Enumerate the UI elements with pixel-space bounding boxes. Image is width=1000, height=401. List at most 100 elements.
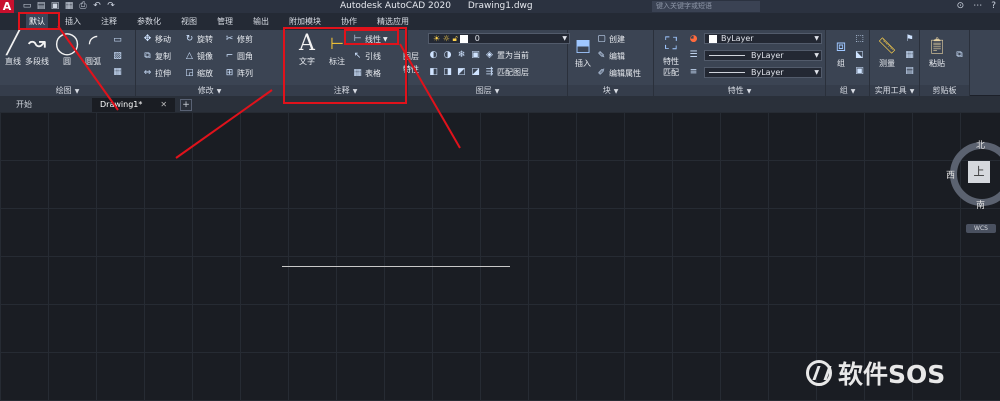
- tab-view[interactable]: 视图: [178, 14, 200, 29]
- search-input[interactable]: 键入关键字或短语: [652, 1, 760, 12]
- tab-annotate[interactable]: 注释: [98, 14, 120, 29]
- undo-icon[interactable]: ↶: [92, 1, 102, 11]
- sign-in-icon[interactable]: ⊙: [957, 0, 965, 13]
- copy-clip-icon[interactable]: ⧉: [954, 50, 965, 61]
- new-icon[interactable]: ▭: [22, 1, 32, 11]
- layer-lock-icon[interactable]: ▣: [470, 50, 481, 61]
- tab-insert[interactable]: 插入: [62, 14, 84, 29]
- block-panel-footer[interactable]: 块 ▼: [568, 85, 653, 96]
- arc-button[interactable]: ◜ 圆弧: [80, 32, 106, 67]
- create-block-button[interactable]: ▢ 创建: [596, 34, 625, 45]
- wcs-menu[interactable]: WCS: [966, 224, 996, 233]
- color-wheel-icon[interactable]: ◕: [688, 34, 699, 45]
- line-button[interactable]: ╱ 直线: [0, 32, 26, 67]
- paste-button[interactable]: 📋︎ 粘贴: [924, 34, 950, 69]
- groups-panel-footer[interactable]: 组 ▼: [826, 85, 869, 96]
- calculator-icon[interactable]: ▤: [904, 66, 915, 77]
- plot-icon[interactable]: ⎙: [78, 1, 88, 11]
- measure-button[interactable]: 📏︎ 测量: [874, 34, 900, 69]
- rectangle-icon[interactable]: ▭: [112, 35, 123, 46]
- save-as-icon[interactable]: ▦: [64, 1, 74, 11]
- close-icon[interactable]: ✕: [160, 100, 167, 109]
- dropdown-arrow-icon: ▼: [494, 88, 500, 95]
- compass-west[interactable]: 西: [946, 168, 955, 181]
- tab-manage[interactable]: 管理: [214, 14, 236, 29]
- group-label: 组: [837, 59, 845, 68]
- tab-start[interactable]: 开始: [8, 98, 40, 112]
- save-icon[interactable]: ▣: [50, 1, 60, 11]
- drawn-line-entity[interactable]: [282, 266, 510, 267]
- layer-on-icon[interactable]: ◧: [428, 67, 439, 78]
- autocad-logo[interactable]: A: [0, 0, 14, 13]
- ungroup-icon[interactable]: ⬚: [854, 34, 865, 45]
- edit-block-icon: ✎: [597, 51, 606, 61]
- layer-unisolate-icon[interactable]: ◨: [442, 67, 453, 78]
- more-icon[interactable]: ⋯: [973, 0, 982, 13]
- trim-button[interactable]: ✂ 修剪: [224, 34, 253, 45]
- move-button[interactable]: ✥ 移动: [142, 34, 171, 45]
- layer-isolate-icon[interactable]: ◑: [442, 50, 453, 61]
- match-layer-button[interactable]: ⇶ 匹配图层: [484, 67, 529, 78]
- redo-icon[interactable]: ↷: [106, 1, 116, 11]
- stretch-button[interactable]: ⇔ 拉伸: [142, 68, 171, 79]
- edit-block-button[interactable]: ✎ 编辑: [596, 51, 625, 62]
- compass-south[interactable]: 南: [976, 198, 985, 211]
- color-dropdown[interactable]: ByLayer ▼: [704, 33, 822, 44]
- tab-parametric[interactable]: 参数化: [134, 14, 164, 29]
- layer-off-icon[interactable]: ◐: [428, 50, 439, 61]
- stretch-icon: ⇔: [143, 68, 152, 78]
- ribbon-tabs: 默认 插入 注释 参数化 视图 管理 输出 附加模块 协作 精选应用: [0, 13, 1000, 30]
- create-label: 创建: [609, 35, 625, 44]
- layer-unlock-icon[interactable]: ◪: [470, 67, 481, 78]
- tab-output[interactable]: 输出: [250, 14, 272, 29]
- new-tab-button[interactable]: +: [180, 99, 192, 111]
- utilities-panel-footer[interactable]: 实用工具 ▼: [870, 85, 919, 96]
- select-all-icon[interactable]: ▦: [904, 50, 915, 61]
- scale-icon: ◲: [185, 68, 194, 78]
- clipboard-panel-footer[interactable]: 剪贴板: [920, 85, 969, 96]
- scale-button[interactable]: ◲ 缩放: [184, 68, 213, 79]
- array-button[interactable]: ⊞ 阵列: [224, 68, 253, 79]
- compass-north[interactable]: 北: [976, 138, 985, 151]
- tab-drawing1[interactable]: Drawing1* ✕: [92, 98, 176, 112]
- layer-thaw-icon[interactable]: ◩: [456, 67, 467, 78]
- modify-panel: ✥ 移动 ↻ 旋转 ✂ 修剪 ⧉ 复制 △ 镜像 ⌐ 圆角 ⇔ 拉伸 ◲ 缩放 ⊞ 阵列 修改 ▼: [136, 30, 284, 96]
- fillet-button[interactable]: ⌐ 圆角: [224, 51, 253, 62]
- viewcube-top-face[interactable]: 上: [968, 161, 990, 183]
- mirror-button[interactable]: △ 镜像: [184, 51, 213, 62]
- layer-freeze-icon[interactable]: ❄: [456, 50, 467, 61]
- boundary-icon[interactable]: ▦: [112, 67, 123, 78]
- rotate-button[interactable]: ↻ 旋转: [184, 34, 213, 45]
- linetype-icon[interactable]: ≡: [688, 67, 699, 78]
- polyline-button[interactable]: ↝ 多段线: [24, 32, 50, 67]
- set-current-label: 置为当前: [497, 51, 529, 60]
- quick-select-icon[interactable]: ⚑: [904, 34, 915, 45]
- modify-panel-footer[interactable]: 修改 ▼: [136, 85, 283, 96]
- circle-button[interactable]: ◯ 圆: [54, 32, 80, 67]
- open-icon[interactable]: ▤: [36, 1, 46, 11]
- linetype-dropdown[interactable]: ByLayer ▼: [704, 67, 822, 78]
- highlight-linear-dimension: [344, 29, 399, 45]
- array-icon: ⊞: [225, 68, 234, 78]
- viewcube[interactable]: 上 北 西 南: [944, 136, 1000, 216]
- layer-dropdown[interactable]: ☀ ☼ 🔓︎ 0 ▼: [428, 33, 570, 44]
- group-icon: ⧈: [835, 36, 847, 55]
- insert-button[interactable]: ⬒ 插入: [570, 34, 596, 69]
- properties-panel-footer[interactable]: 特性 ▼: [654, 85, 825, 96]
- group-button[interactable]: ⧈ 组: [828, 34, 854, 69]
- set-current-icon: ◈: [486, 50, 493, 60]
- edit-attributes-button[interactable]: ✐ 编辑属性: [596, 68, 641, 79]
- copy-button[interactable]: ⧉ 复制: [142, 51, 171, 62]
- layers-panel-footer[interactable]: 图层 ▼: [408, 85, 567, 96]
- block-panel-label: 块: [602, 86, 611, 95]
- title-bar: A ▭ ▤ ▣ ▦ ⎙ ↶ ↷ Autodesk AutoCAD 2020 Dr…: [0, 0, 1000, 13]
- lineweight-icon[interactable]: ☰: [688, 50, 699, 61]
- hatch-icon[interactable]: ▨: [112, 51, 123, 62]
- group-edit-icon[interactable]: ⬕: [854, 50, 865, 61]
- set-current-button[interactable]: ◈ 置为当前: [484, 50, 529, 61]
- draw-panel-footer[interactable]: 绘图 ▼: [0, 85, 135, 96]
- group-select-icon[interactable]: ▣: [854, 66, 865, 77]
- help-icon[interactable]: ?: [991, 0, 996, 13]
- lineweight-dropdown[interactable]: ByLayer ▼: [704, 50, 822, 61]
- match-properties-button[interactable]: ⛶ 特性匹配: [658, 32, 684, 78]
